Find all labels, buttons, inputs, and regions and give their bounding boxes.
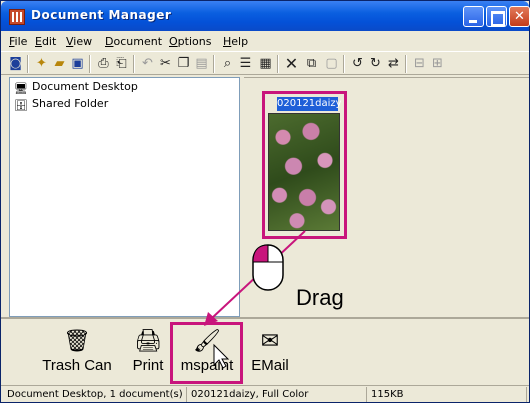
menu-document[interactable]: Document — [105, 35, 162, 48]
document-name-label: 020121daizy — [277, 97, 342, 111]
paste-icon[interactable]: ▤ — [193, 55, 210, 72]
toolbar-separator — [277, 55, 279, 73]
dock-item-email[interactable]: ✉ EMail — [247, 329, 293, 383]
duplicate-icon[interactable]: ⧉ — [303, 55, 320, 72]
tree-item-label: Shared Folder — [32, 97, 109, 110]
toolbar-separator — [213, 55, 215, 73]
view-icon[interactable]: ◙ — [7, 55, 24, 72]
menu-edit[interactable]: Edit — [35, 35, 56, 48]
properties-icon[interactable]: ▢ — [323, 55, 340, 72]
status-bar: Document Desktop, 1 document(s) 020121da… — [1, 385, 529, 402]
undo-icon[interactable]: ↶ — [139, 55, 156, 72]
toolbar: ◙ ✦ ▰ ▣ ⎙ ⎗ ↶ ✂ ❐ ▤ ⌕ ☰ ▦ ✕ ⧉ ▢ ↺ ↻ ⇄ ⊟ … — [1, 51, 529, 75]
unstack-icon[interactable]: ⊞ — [429, 55, 446, 72]
dock-item-label: Print — [132, 357, 164, 374]
print-icon[interactable]: ⎗ — [113, 55, 130, 72]
document-manager-window: Document Manager File Edit View Document… — [0, 0, 530, 403]
new-folder-icon[interactable]: ✦ — [33, 55, 50, 72]
flip-icon[interactable]: ⇄ — [385, 55, 402, 72]
scan-icon[interactable]: ⎙ — [95, 55, 112, 72]
list-view-icon[interactable]: ☰ — [237, 55, 254, 72]
tree-item-document-desktop[interactable]: 🖥 Document Desktop — [14, 80, 138, 95]
minimize-button[interactable] — [463, 6, 484, 27]
thumbnail-view-icon[interactable]: ▦ — [257, 55, 274, 72]
desktop-icon: 🖥 — [14, 82, 28, 95]
title-bar[interactable]: Document Manager — [1, 1, 530, 31]
dock-item-label: Trash Can — [42, 357, 112, 374]
toolbar-separator — [27, 55, 29, 73]
drop-target-highlight — [170, 322, 243, 384]
trash-icon: 🗑 — [63, 329, 91, 354]
status-size: 115KB — [367, 387, 527, 402]
tree-item-label: Document Desktop — [32, 80, 138, 93]
menu-file[interactable]: File — [9, 35, 27, 48]
rotate-right-icon[interactable]: ↻ — [367, 55, 384, 72]
close-button[interactable] — [509, 6, 530, 27]
stack-icon[interactable]: ⊟ — [411, 55, 428, 72]
email-icon: ✉ — [260, 329, 280, 354]
save-icon[interactable]: ▣ — [69, 55, 86, 72]
menu-help[interactable]: Help — [223, 35, 248, 48]
folder-tree[interactable]: 🖥 Document Desktop 🗄 Shared Folder — [9, 77, 240, 317]
menu-view[interactable]: View — [66, 35, 92, 48]
tree-item-shared-folder[interactable]: 🗄 Shared Folder — [14, 97, 109, 112]
printer-icon: 🖨 — [134, 329, 162, 354]
toolbar-separator — [343, 55, 345, 73]
menu-options[interactable]: Options — [169, 35, 211, 48]
delete-icon[interactable]: ✕ — [283, 55, 300, 72]
toolbar-separator — [89, 55, 91, 73]
menu-bar: File Edit View Document Options Help — [1, 31, 529, 51]
copy-icon[interactable]: ❐ — [175, 55, 192, 72]
application-dock: 🗑 Trash Can 🖨 Print 🖌 mspaint ✉ EMail — [1, 317, 529, 385]
toolbar-separator — [133, 55, 135, 73]
cut-icon[interactable]: ✂ — [157, 55, 174, 72]
toolbar-separator — [405, 55, 407, 73]
window-title: Document Manager — [31, 8, 172, 22]
dock-item-trash-can[interactable]: 🗑 Trash Can — [39, 329, 115, 383]
status-location: Document Desktop, 1 document(s) — [3, 387, 187, 402]
open-folder-icon[interactable]: ▰ — [51, 55, 68, 72]
drag-label: Drag — [296, 285, 344, 310]
shared-folder-icon: 🗄 — [14, 99, 28, 112]
dock-item-print[interactable]: 🖨 Print — [125, 329, 171, 383]
document-thumbnail[interactable] — [268, 113, 340, 231]
zoom-icon[interactable]: ⌕ — [219, 55, 236, 72]
maximize-button[interactable] — [486, 6, 507, 27]
rotate-left-icon[interactable]: ↺ — [349, 55, 366, 72]
dock-item-label: EMail — [251, 357, 289, 374]
status-selection: 020121daizy, Full Color — [187, 387, 367, 402]
app-icon — [9, 9, 25, 25]
